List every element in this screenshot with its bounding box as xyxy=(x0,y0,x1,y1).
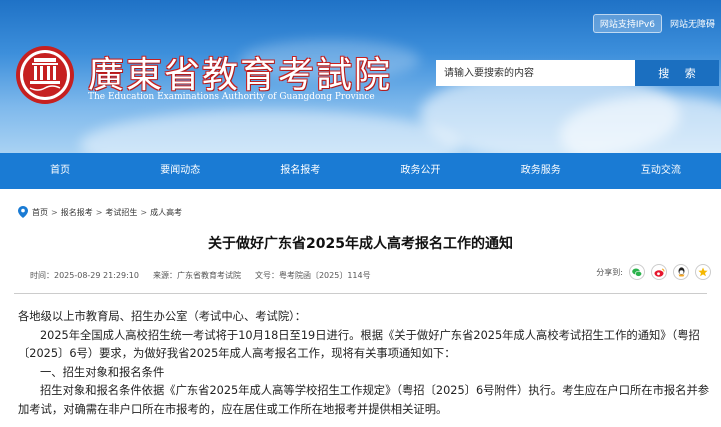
paragraph-eligibility: 招生对象和报名条件依据《广东省2025年成人高等学校招生工作规定》（粤招〔202… xyxy=(18,384,710,416)
logo-seal-icon[interactable] xyxy=(14,44,76,106)
share-label: 分享到: xyxy=(596,267,623,277)
breadcrumb-item-exams[interactable]: 考试招生 xyxy=(105,207,137,218)
main-nav: 首页 要闻动态 报名报考 政务公开 政务服务 互动交流 xyxy=(0,153,721,189)
search-bar: 搜 索 xyxy=(436,60,719,86)
breadcrumb-item-registration[interactable]: 报名报考 xyxy=(61,207,93,218)
article-body: 各地级以上市教育局、招生办公室（考试中心、考试院）： 2025年全国成人高校招生… xyxy=(18,308,714,420)
article-meta: 时间：2025-08-29 21:29:10 来源：广东省教育考试院 文号：粤考… xyxy=(30,270,371,281)
breadcrumb-separator: > xyxy=(51,207,58,217)
search-button[interactable]: 搜 索 xyxy=(635,60,719,86)
document-number: 文号：粤考院函〔2025〕114号 xyxy=(254,271,371,280)
paragraph-intro: 2025年全国成人高校招生统一考试将于10月18日至19日进行。根据《关于做好广… xyxy=(18,328,700,361)
nav-item-home[interactable]: 首页 xyxy=(0,153,120,189)
breadcrumb-item-adult-exam[interactable]: 成人高考 xyxy=(150,207,182,218)
nav-item-gov-affairs[interactable]: 政务公开 xyxy=(360,153,480,189)
nav-item-news[interactable]: 要闻动态 xyxy=(120,153,240,189)
weibo-icon[interactable] xyxy=(651,264,667,280)
breadcrumb-separator: > xyxy=(95,207,103,217)
paragraph-salutation: 各地级以上市教育局、招生办公室（考试中心、考试院）： xyxy=(18,310,307,323)
qzone-icon[interactable] xyxy=(695,264,711,280)
search-input[interactable] xyxy=(436,60,635,86)
nav-item-registration[interactable]: 报名报考 xyxy=(240,153,360,189)
publish-time: 时间：2025-08-29 21:29:10 xyxy=(30,271,139,280)
article-source: 来源：广东省教育考试院 xyxy=(152,271,241,280)
divider xyxy=(14,293,707,294)
site-header: 网站支持IPv6 网站无障碍 廣東省教育考試院 The Education Ex… xyxy=(0,0,721,153)
breadcrumb: 首页 > 报名报考 > 考试招生 > 成人高考 xyxy=(18,206,182,218)
breadcrumb-item-home[interactable]: 首页 xyxy=(32,207,48,218)
cloud-decoration xyxy=(80,110,460,153)
location-pin-icon xyxy=(18,206,28,218)
article-title: 关于做好广东省2025年成人高考报名工作的通知 xyxy=(208,236,513,252)
breadcrumb-separator: > xyxy=(140,207,148,217)
top-links: 网站支持IPv6 网站无障碍 xyxy=(592,14,715,33)
site-title[interactable]: 廣東省教育考試院 xyxy=(88,46,392,98)
accessibility-link[interactable]: 网站无障碍 xyxy=(670,14,715,33)
wechat-icon[interactable] xyxy=(629,264,645,280)
nav-item-interaction[interactable]: 互动交流 xyxy=(601,153,721,189)
site-title-en: The Education Examinations Authority of … xyxy=(88,92,375,102)
section-heading: 一、招生对象和报名条件 xyxy=(40,365,165,379)
share-bar: 分享到: xyxy=(596,264,711,280)
qq-icon[interactable] xyxy=(673,264,689,280)
ipv6-badge: 网站支持IPv6 xyxy=(592,14,662,33)
nav-item-gov-services[interactable]: 政务服务 xyxy=(481,153,601,189)
